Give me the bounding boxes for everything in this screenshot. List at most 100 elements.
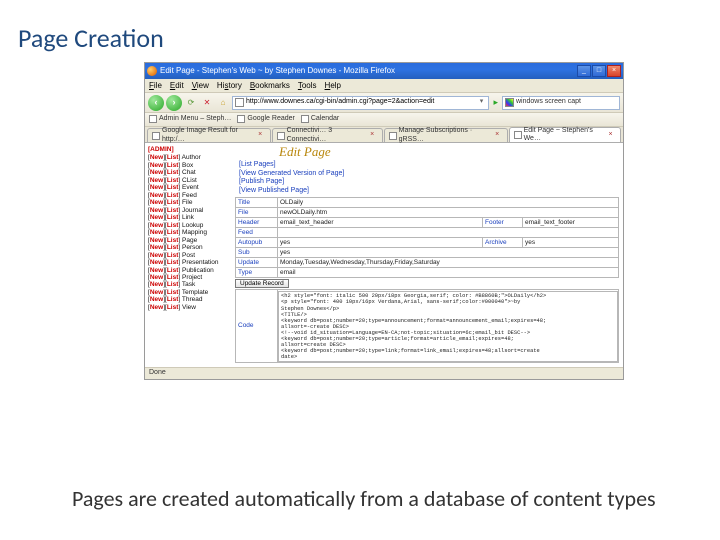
sidebar-type-name[interactable]: Presentation: [182, 259, 219, 266]
sidebar-new-link[interactable]: New: [150, 207, 163, 214]
sidebar-list-link[interactable]: List: [167, 207, 179, 214]
sidebar-type-name[interactable]: Page: [182, 237, 197, 244]
sidebar-type-name[interactable]: Post: [182, 252, 195, 259]
tab-close-icon[interactable]: ×: [258, 131, 266, 139]
back-button[interactable]: ‹: [148, 95, 164, 111]
menu-help[interactable]: Help: [325, 81, 341, 90]
menu-view[interactable]: View: [192, 81, 209, 90]
sidebar-list-link[interactable]: List: [167, 162, 179, 169]
menu-tools[interactable]: Tools: [298, 81, 317, 90]
sidebar-type-name[interactable]: Mapping: [182, 229, 207, 236]
field-header[interactable]: email_text_header: [278, 217, 483, 227]
sidebar-new-link[interactable]: New: [150, 304, 163, 311]
sidebar-type-name[interactable]: File: [182, 199, 192, 206]
sidebar-list-link[interactable]: List: [167, 199, 179, 206]
sidebar-list-link[interactable]: List: [167, 229, 179, 236]
sidebar-new-link[interactable]: New: [150, 192, 163, 199]
tab-close-icon[interactable]: ×: [609, 131, 616, 139]
field-archive[interactable]: yes: [523, 237, 619, 247]
url-dropdown-icon[interactable]: ▾: [476, 98, 486, 106]
field-type[interactable]: email: [278, 267, 619, 277]
sidebar-list-link[interactable]: List: [167, 252, 179, 259]
sidebar-list-link[interactable]: List: [167, 222, 179, 229]
sidebar-type-name[interactable]: Chat: [182, 169, 196, 176]
reload-button[interactable]: ⟳: [184, 96, 198, 110]
sidebar-new-link[interactable]: New: [150, 296, 163, 303]
sidebar-list-link[interactable]: List: [167, 184, 179, 191]
sidebar-type-name[interactable]: Project: [182, 274, 202, 281]
sidebar-list-link[interactable]: List: [167, 259, 179, 266]
sidebar-new-link[interactable]: New: [150, 237, 163, 244]
sidebar-list-link[interactable]: List: [167, 237, 179, 244]
sidebar-type-name[interactable]: Journal: [182, 207, 203, 214]
tab[interactable]: Connectivi… 3 Connectivi…×: [272, 128, 383, 142]
sidebar-new-link[interactable]: New: [150, 274, 163, 281]
sidebar-new-link[interactable]: New: [150, 199, 163, 206]
menu-file[interactable]: File: [149, 81, 162, 90]
sidebar-new-link[interactable]: New: [150, 169, 163, 176]
sidebar-new-link[interactable]: New: [150, 184, 163, 191]
tab-active[interactable]: Edit Page ~ Stephen's We…×: [509, 127, 621, 142]
bookmark-item[interactable]: Calendar: [301, 115, 339, 123]
search-engine-icon[interactable]: [505, 98, 514, 107]
minimize-button[interactable]: _: [577, 65, 591, 77]
sidebar-new-link[interactable]: New: [150, 289, 163, 296]
tab-close-icon[interactable]: ×: [370, 131, 377, 139]
sidebar-new-link[interactable]: New: [150, 259, 163, 266]
sidebar-new-link[interactable]: New: [150, 214, 163, 221]
sidebar-list-link[interactable]: List: [167, 177, 179, 184]
sidebar-type-name[interactable]: Lookup: [182, 222, 203, 229]
sidebar-list-link[interactable]: List: [167, 289, 179, 296]
sidebar-list-link[interactable]: List: [167, 304, 179, 311]
sidebar-new-link[interactable]: New: [150, 244, 163, 251]
sidebar-list-link[interactable]: List: [167, 154, 179, 161]
sidebar-list-link[interactable]: List: [167, 281, 179, 288]
sidebar-new-link[interactable]: New: [150, 281, 163, 288]
close-button[interactable]: ×: [607, 65, 621, 77]
sidebar-list-link[interactable]: List: [167, 274, 179, 281]
field-autopub[interactable]: yes: [278, 237, 483, 247]
sidebar-type-name[interactable]: Box: [182, 162, 193, 169]
sidebar-type-name[interactable]: Feed: [182, 192, 197, 199]
sidebar-new-link[interactable]: New: [150, 162, 163, 169]
sidebar-type-name[interactable]: Publication: [182, 267, 214, 274]
field-footer[interactable]: email_text_footer: [523, 217, 619, 227]
stop-button[interactable]: ✕: [200, 96, 214, 110]
sidebar-type-name[interactable]: Person: [182, 244, 203, 251]
update-record-button[interactable]: Update Record: [235, 279, 289, 288]
bookmark-item[interactable]: Admin Menu – Steph…: [149, 115, 231, 123]
tab[interactable]: Manage Subscriptions · gRSS…×: [384, 128, 508, 142]
home-button[interactable]: ⌂: [216, 96, 230, 110]
sidebar-new-link[interactable]: New: [150, 229, 163, 236]
menu-edit[interactable]: Edit: [170, 81, 184, 90]
sidebar-new-link[interactable]: New: [150, 267, 163, 274]
sidebar-list-link[interactable]: List: [167, 192, 179, 199]
tab[interactable]: Google Image Result for http:/…×: [147, 128, 271, 142]
search-bar[interactable]: windows screen capt: [502, 96, 620, 110]
sidebar-list-link[interactable]: List: [167, 267, 179, 274]
sidebar-type-name[interactable]: Template: [182, 289, 208, 296]
tab-close-icon[interactable]: ×: [495, 131, 503, 139]
forward-button[interactable]: ›: [166, 95, 182, 111]
sidebar-new-link[interactable]: New: [150, 222, 163, 229]
sidebar-list-link[interactable]: List: [167, 296, 179, 303]
sidebar-new-link[interactable]: New: [150, 177, 163, 184]
sidebar-type-name[interactable]: Author: [182, 154, 201, 161]
sidebar-type-name[interactable]: CList: [182, 177, 197, 184]
sidebar-type-name[interactable]: Link: [182, 214, 194, 221]
link-view-generated[interactable]: View Generated Version of Page: [239, 170, 619, 179]
go-button[interactable]: ▸: [493, 97, 498, 107]
menu-history[interactable]: History: [217, 81, 242, 90]
field-update[interactable]: Monday,Tuesday,Wednesday,Thursday,Friday…: [278, 257, 619, 267]
sidebar-type-name[interactable]: Event: [182, 184, 199, 191]
bookmark-item[interactable]: Google Reader: [237, 115, 294, 123]
link-view-published[interactable]: View Published Page: [239, 187, 619, 196]
field-file[interactable]: newOLDaily.htm: [278, 207, 619, 217]
sidebar-new-link[interactable]: New: [150, 154, 163, 161]
field-code[interactable]: <h2 style="font: italic 500 20px/18px Ge…: [278, 291, 618, 362]
menu-bookmarks[interactable]: Bookmarks: [250, 81, 290, 90]
window-titlebar[interactable]: Edit Page - Stephen's Web ~ by Stephen D…: [145, 63, 623, 79]
sidebar-type-name[interactable]: Task: [182, 281, 195, 288]
link-list-pages[interactable]: List Pages: [239, 161, 619, 170]
maximize-button[interactable]: □: [592, 65, 606, 77]
